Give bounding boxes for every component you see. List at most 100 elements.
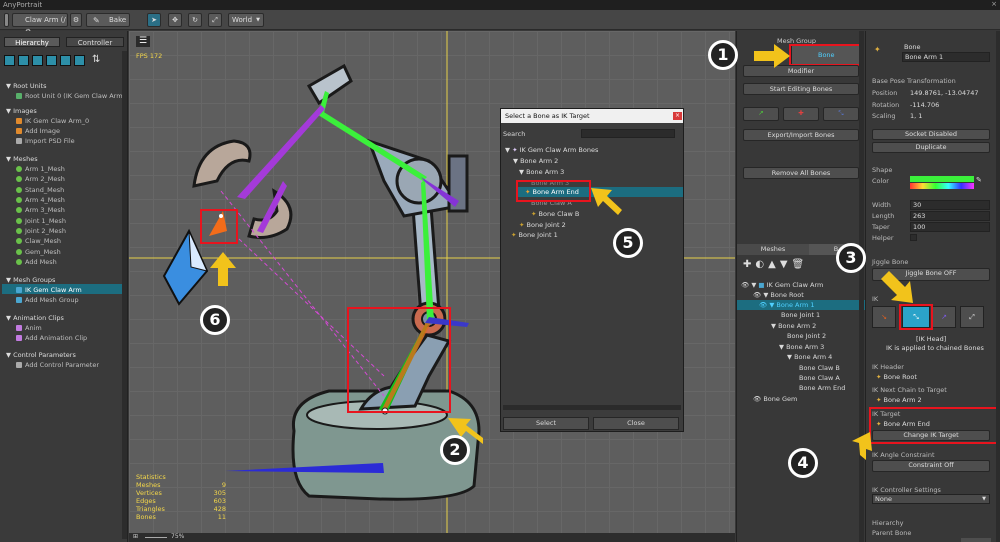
tree-root[interactable]: ▼ ✦ IK Gem Claw Arm Bones — [505, 146, 598, 154]
duplicate-button[interactable]: Duplicate — [872, 142, 990, 153]
socket-button[interactable]: Socket Disabled — [872, 129, 990, 140]
move-down-icon[interactable]: ▼ — [780, 259, 792, 270]
color-swatch[interactable] — [910, 176, 974, 182]
layer-icon[interactable]: ◐ — [755, 259, 768, 270]
remove-all-bones-button[interactable]: Remove All Bones — [743, 167, 859, 179]
move-up-icon[interactable]: ▲ — [768, 259, 780, 270]
filter-image-icon[interactable] — [18, 55, 29, 66]
target-select[interactable]: Claw Arm (/ ⚙ — [12, 13, 68, 36]
start-editing-button[interactable]: Start Editing Bones — [743, 83, 859, 95]
close-icon[interactable]: × — [991, 0, 997, 8]
tree-row[interactable]: Bone Claw B — [741, 363, 865, 373]
list-item[interactable]: Stand_Mesh — [16, 186, 64, 194]
add-icon[interactable]: ✚ — [743, 259, 755, 270]
list-item[interactable]: Root Unit 0 (IK Gem Claw Arm) — [16, 92, 125, 100]
section-meshes[interactable]: ▼ Meshes — [6, 155, 38, 163]
ik-controller-dropdown[interactable]: None ▼ — [872, 494, 990, 504]
rotate-tool-icon[interactable]: ↻ — [188, 13, 202, 27]
settings-icon[interactable]: ⚙ — [70, 13, 82, 27]
tree-row[interactable]: Bone Joint 1 — [741, 310, 865, 320]
filter-group-icon[interactable] — [46, 55, 57, 66]
width-field[interactable]: 30 — [910, 200, 990, 210]
list-item[interactable]: Arm 4_Mesh — [16, 196, 65, 204]
ik-single-icon[interactable]: ↗ — [932, 306, 956, 328]
section-control-parameters[interactable]: ▼ Control Parameters — [6, 351, 76, 359]
modifier-button[interactable]: Modifier — [743, 65, 859, 77]
zoom-slider[interactable] — [145, 537, 167, 538]
list-item[interactable]: Joint 1_Mesh — [16, 217, 66, 225]
list-item-selected[interactable]: IK Gem Claw Arm — [16, 286, 82, 294]
tree-item[interactable]: ✦ Bone Claw B — [531, 210, 579, 218]
bake-button[interactable]: ✎ Bake — [86, 13, 130, 27]
tab-hierarchy[interactable]: Hierarchy — [4, 37, 60, 47]
detach-bone-icon[interactable]: ⤡ — [823, 107, 859, 121]
list-item[interactable]: Add Control Parameter — [16, 361, 99, 369]
tree-row[interactable]: Bone Claw A — [741, 373, 865, 383]
list-item[interactable]: Arm 1_Mesh — [16, 165, 65, 173]
tree-item[interactable]: ▼ Bone Arm 2 — [513, 157, 558, 165]
filter-anim-icon[interactable] — [60, 55, 71, 66]
filter-param-icon[interactable] — [74, 55, 85, 66]
zoom-icon[interactable]: ⊞ — [133, 533, 138, 540]
taper-field[interactable]: 100 — [910, 222, 990, 232]
select-button[interactable]: Select — [503, 417, 589, 430]
left-scrollbar[interactable] — [122, 51, 127, 539]
tab-controller[interactable]: Controller — [66, 37, 124, 47]
move-tool-icon[interactable]: ✥ — [168, 13, 182, 27]
tree-item[interactable]: ✦ Bone Joint 2 — [519, 221, 566, 229]
ik-disabled-icon[interactable]: ↘ — [872, 306, 896, 328]
search-input[interactable] — [581, 129, 675, 138]
export-import-button[interactable]: Export/Import Bones — [743, 129, 859, 141]
section-animation-clips[interactable]: ▼ Animation Clips — [6, 314, 64, 322]
tree-row[interactable]: ▼ Bone Arm 3 — [741, 342, 865, 352]
tree-row[interactable]: 👁 Bone Gem — [741, 394, 865, 404]
section-root-units[interactable]: ▼ Root Units — [6, 82, 47, 90]
eye-icon[interactable]: 👁 — [753, 291, 761, 299]
bone-name-field[interactable]: Bone Arm 1 — [902, 52, 990, 62]
tab-meshes[interactable]: Meshes — [737, 244, 809, 255]
color-palette[interactable] — [910, 183, 974, 189]
ik-lookat-icon[interactable]: ⤢ — [960, 306, 984, 328]
dialog-close-icon[interactable]: × — [673, 112, 682, 120]
list-item[interactable]: Import PSD File — [16, 137, 75, 145]
list-item[interactable]: Add Animation Clip — [16, 334, 87, 342]
mid-scrollbar[interactable] — [859, 31, 864, 542]
tree-row[interactable]: ▼ Bone Arm 2 — [741, 321, 865, 331]
list-item[interactable]: Joint 2_Mesh — [16, 227, 66, 235]
list-item[interactable]: Arm 2_Mesh — [16, 175, 65, 183]
tree-row[interactable]: 👁 ▼ Bone Root — [741, 290, 865, 300]
section-images[interactable]: ▼ Images — [6, 107, 37, 115]
eye-icon[interactable]: 👁 — [759, 301, 767, 309]
list-item[interactable]: Anim — [16, 324, 42, 332]
list-item[interactable]: Claw_Mesh — [16, 237, 61, 245]
list-item[interactable]: IK Gem Claw Arm_0 — [16, 117, 89, 125]
eyedropper-icon[interactable]: ✎ — [976, 176, 982, 184]
list-item[interactable]: Add Mesh Group — [16, 296, 79, 304]
eye-icon[interactable]: 👁 — [741, 281, 749, 289]
helper-checkbox[interactable] — [910, 234, 917, 241]
tree-row[interactable]: ▼ Bone Arm 4 — [741, 352, 865, 362]
list-item[interactable]: Add Image — [16, 127, 60, 135]
sort-icon[interactable]: ⇅ — [92, 54, 100, 65]
tree-row-selected[interactable]: 👁 ▼ Bone Arm 1 — [741, 300, 865, 310]
dialog-scrollbar[interactable] — [503, 405, 681, 410]
tree-item[interactable]: ▼ Bone Arm 3 — [519, 168, 564, 176]
space-dropdown[interactable]: World ▼ — [228, 13, 264, 27]
list-item[interactable]: Arm 3_Mesh — [16, 206, 65, 214]
filter-mesh-icon[interactable] — [32, 55, 43, 66]
constraint-button[interactable]: Constraint Off — [872, 460, 990, 472]
eye-icon[interactable]: 👁 — [753, 395, 761, 403]
tree-row[interactable]: Bone Joint 2 — [741, 331, 865, 341]
select-tool-icon[interactable]: ➤ — [147, 13, 161, 27]
add-bone-icon[interactable]: ↗ — [743, 107, 779, 121]
tree-item[interactable]: ✦ Bone Joint 1 — [511, 231, 558, 239]
delete-icon[interactable]: 🗑 — [792, 259, 809, 270]
scale-tool-icon[interactable]: ⤢ — [208, 13, 222, 27]
list-item[interactable]: Gem_Mesh — [16, 248, 61, 256]
filter-root-icon[interactable] — [4, 55, 15, 66]
right-scrollbar[interactable] — [996, 31, 1000, 542]
length-field[interactable]: 263 — [910, 211, 990, 221]
section-mesh-groups[interactable]: ▼ Mesh Groups — [6, 276, 55, 284]
parent-bone-button[interactable] — [961, 538, 991, 542]
list-item[interactable]: Add Mesh — [16, 258, 57, 266]
